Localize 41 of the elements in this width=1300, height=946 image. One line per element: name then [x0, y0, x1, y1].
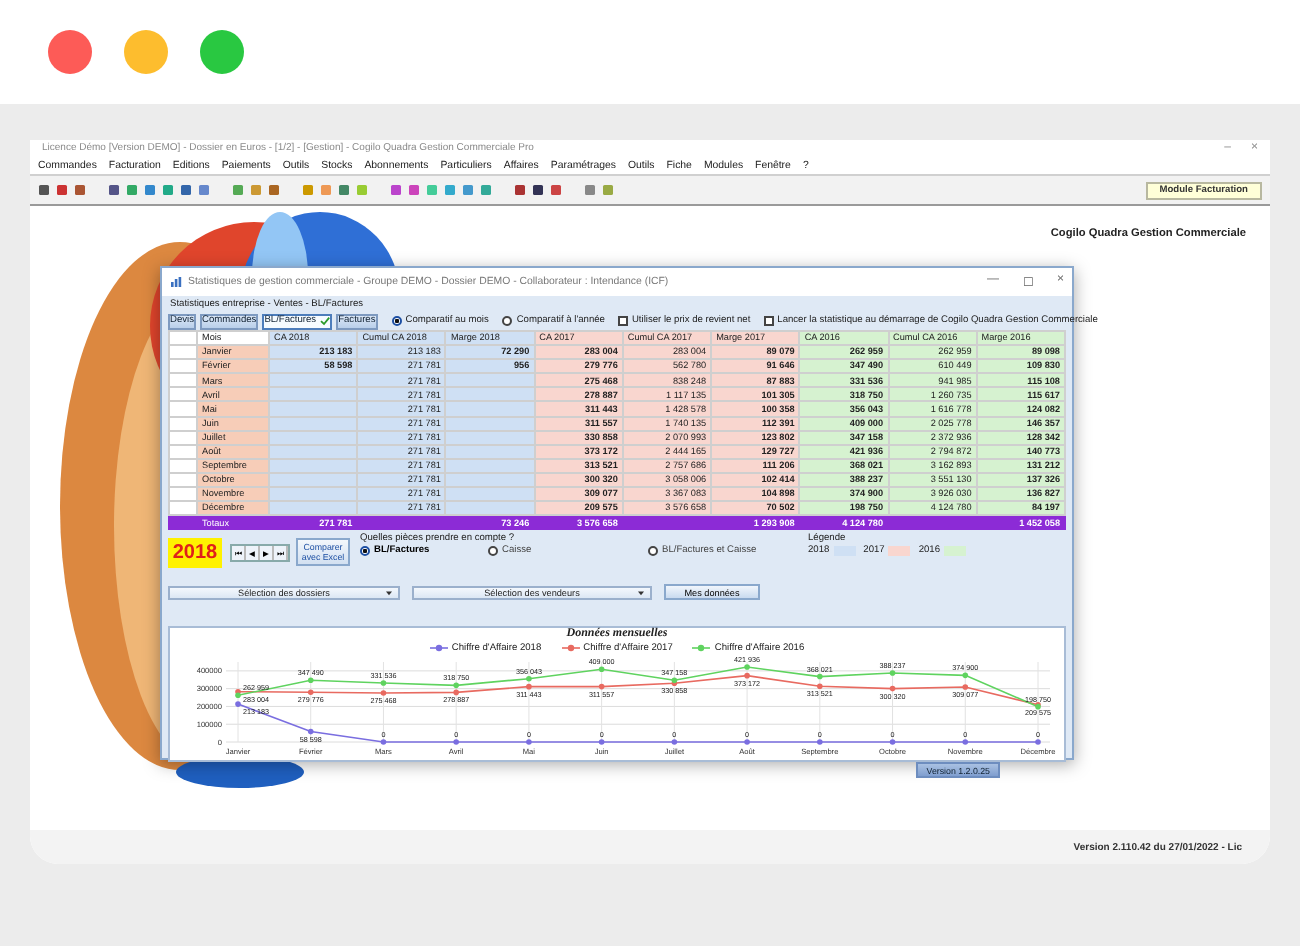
data-point — [307, 729, 314, 735]
data-point — [526, 739, 532, 746]
data-point — [817, 739, 823, 746]
data-point — [889, 739, 896, 746]
check-icon — [320, 316, 331, 326]
data-point — [962, 684, 969, 691]
data-point — [671, 739, 678, 746]
legend-marker-icon — [429, 644, 448, 653]
maximize-button[interactable] — [200, 30, 244, 74]
data-point — [598, 667, 605, 673]
square-icon[interactable] — [74, 184, 86, 196]
data-point — [453, 739, 459, 746]
data-point — [598, 684, 605, 691]
data-point — [1035, 739, 1041, 746]
square-icon[interactable] — [56, 184, 68, 196]
year-display: 2018 — [168, 538, 222, 569]
data-point — [817, 674, 823, 680]
data-point — [307, 690, 314, 696]
data-point — [380, 690, 387, 697]
square-icon[interactable] — [180, 184, 192, 196]
square-icon[interactable] — [532, 184, 544, 196]
square-icon[interactable] — [514, 184, 526, 196]
data-point — [817, 684, 823, 690]
minimize-button[interactable] — [124, 30, 168, 74]
chart-window-icon — [170, 276, 182, 288]
data-point — [962, 739, 969, 746]
data-point — [307, 678, 314, 684]
square-icon[interactable] — [38, 184, 50, 196]
legend-marker-icon — [561, 644, 580, 653]
data-point — [380, 739, 387, 746]
caret-icon — [638, 589, 644, 596]
data-point — [598, 739, 605, 746]
legend-marker-icon — [692, 644, 711, 653]
data-point — [962, 673, 969, 679]
data-point — [380, 680, 387, 687]
square-icon[interactable] — [108, 184, 120, 196]
data-point — [889, 670, 896, 677]
data-point — [889, 686, 896, 693]
data-point — [744, 739, 750, 746]
close-button[interactable] — [48, 30, 92, 74]
caret-icon — [386, 589, 392, 596]
